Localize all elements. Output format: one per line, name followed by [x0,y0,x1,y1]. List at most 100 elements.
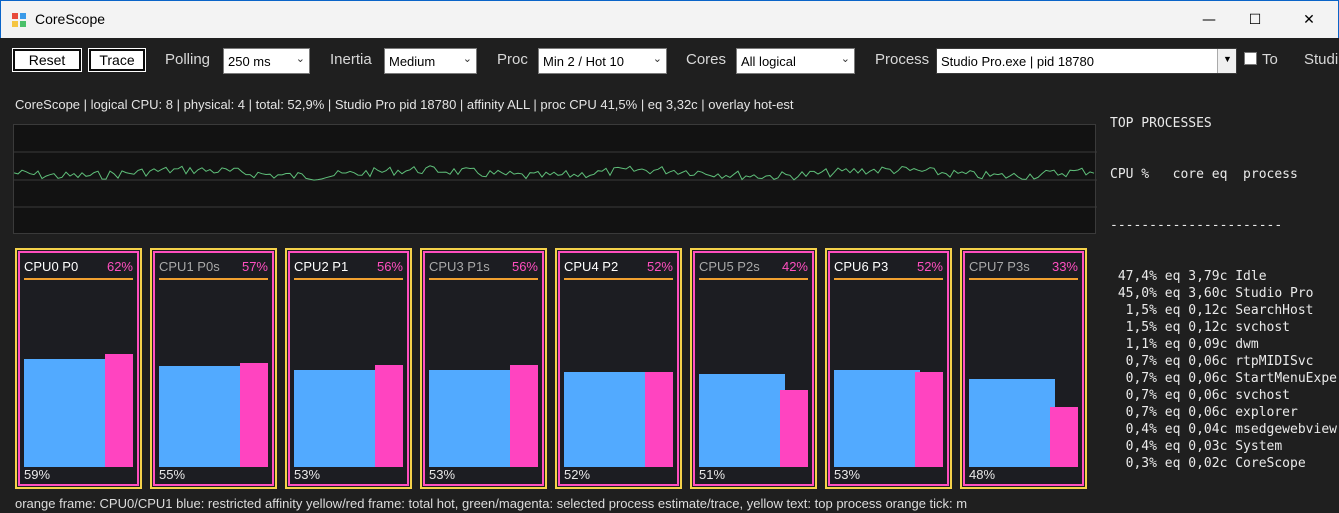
cpu-tile-hot-pct: 62% [106,259,133,274]
cpu-process-bar [780,390,808,467]
top-process-row: 0,7% eq 0,06c rtpMIDISvc [1110,354,1314,369]
top-process-row: 1,5% eq 0,12c SearchHost [1110,303,1314,318]
cpu-tile-hot-pct: 56% [511,259,538,274]
cpu-total-bar [699,374,785,467]
cpu-tile-tick [969,278,1078,280]
to-checkbox[interactable] [1244,52,1257,65]
title-bar: CoreScope — ☐ ✕ [0,0,1339,38]
cpu-process-bar [105,354,133,467]
cpu-total-bar [564,372,650,467]
cpu-tile-frame: CPU6 P3 52% 53% [828,251,949,486]
studio-label: Studi [1304,51,1339,68]
cpu-tile-frame: CPU2 P1 56% 53% [288,251,409,486]
top-processes-title: TOP PROCESSES [1110,116,1212,131]
cpu-tile-plot [159,284,268,467]
cpu-tile-frame: CPU0 P0 62% 59% [18,251,139,486]
cpu-tile-plot [564,284,673,467]
toolbar: Reset Trace Polling 250 ms ⌄ Inertia Med… [0,38,1339,84]
cpu-total-bar [24,359,110,467]
cpu-process-bar [915,372,943,467]
cpu-tile-hot-pct: 52% [916,259,943,274]
top-processes-list: 47,4% eq 3,79c Idle 45,0% eq 3,60c Studi… [1110,268,1339,472]
cpu-total-bar [159,366,245,467]
cpu-tile-name: CPU2 P1 [294,259,349,274]
cpu-tile-name: CPU4 P2 [564,259,619,274]
top-process-row: 0,7% eq 0,06c StartMenuExpe [1110,371,1337,386]
chevron-down-icon: ⌄ [840,53,850,65]
cpu-tile: CPU7 P3s 33% 48% [960,248,1087,489]
cpu-tile-tick [159,278,268,280]
polling-select[interactable]: 250 ms ⌄ [223,48,310,74]
cpu-total-bar [294,370,380,467]
inertia-select[interactable]: Medium ⌄ [384,48,477,74]
cpu-tile-plot [834,284,943,467]
proc-label: Proc [497,51,528,68]
trace-button[interactable]: Trace [88,48,146,72]
cpu-total-bar [969,379,1055,467]
cpu-tile-tick [699,278,808,280]
cpu-tile-total-pct: 51% [699,467,726,482]
cpu-tile: CPU0 P0 62% 59% [15,248,142,489]
cpu-tile-total-pct: 53% [429,467,456,482]
top-process-row: 0,4% eq 0,04c msedgewebview [1110,422,1337,437]
proc-select[interactable]: Min 2 / Hot 10 ⌄ [538,48,667,74]
process-value: Studio Pro.exe | pid 18780 [941,54,1094,69]
cpu-tile-total-pct: 52% [564,467,591,482]
process-label: Process [875,51,930,68]
cpu-tile-name: CPU3 P1s [429,259,490,274]
cpu-tile-tick [564,278,673,280]
cpu-tile-hot-pct: 57% [241,259,268,274]
top-processes-divider: ---------------------- [1110,218,1283,233]
reset-button[interactable]: Reset [12,48,82,72]
cpu-process-bar [1050,407,1078,467]
cpu-tile-tick [429,278,538,280]
cpu-tile-name: CPU5 P2s [699,259,760,274]
window-title: CoreScope [35,11,106,27]
legend-line: orange frame: CPU0/CPU1 blue: restricted… [15,496,968,511]
maximize-button[interactable]: ☐ [1232,1,1278,38]
app-icon [12,13,26,27]
cpu-tile-total-pct: 53% [834,467,861,482]
cores-value: All logical [741,54,796,69]
process-select[interactable]: Studio Pro.exe | pid 18780 ▼ [936,48,1237,74]
top-process-row: 0,7% eq 0,06c svchost [1110,388,1291,403]
minimize-button[interactable]: — [1186,1,1232,38]
status-line: CoreScope | logical CPU: 8 | physical: 4… [15,97,794,112]
cpu-tile-frame: CPU5 P2s 42% 51% [693,251,814,486]
cpu-history-line [14,165,1095,181]
cpu-tile: CPU2 P1 56% 53% [285,248,412,489]
cpu-tile-plot [969,284,1078,467]
cpu-tile-total-pct: 48% [969,467,996,482]
cpu-tile-plot [699,284,808,467]
cpu-process-bar [645,372,673,467]
cpu-tile: CPU5 P2s 42% 51% [690,248,817,489]
cpu-tile: CPU6 P3 52% 53% [825,248,952,489]
inertia-label: Inertia [330,51,372,68]
proc-value: Min 2 / Hot 10 [543,54,624,69]
cpu-process-bar [510,365,538,467]
top-process-row: 47,4% eq 3,79c Idle [1110,269,1267,284]
cpu-tile: CPU1 P0s 57% 55% [150,248,277,489]
cpu-process-bar [240,363,268,467]
polling-value: 250 ms [228,54,271,69]
cpu-tile-frame: CPU1 P0s 57% 55% [153,251,274,486]
top-processes-header: CPU % core eq process [1110,167,1298,182]
close-button[interactable]: ✕ [1286,1,1332,38]
cpu-tile-total-pct: 53% [294,467,321,482]
inertia-value: Medium [389,54,436,69]
cpu-tile: CPU4 P2 52% 52% [555,248,682,489]
top-processes-panel: TOP PROCESSES CPU % core eq process ----… [1110,81,1339,489]
cpu-tile-total-pct: 55% [159,467,186,482]
cpu-tile-frame: CPU4 P2 52% 52% [558,251,679,486]
cores-select[interactable]: All logical ⌄ [736,48,855,74]
cpu-tile-plot [24,284,133,467]
cpu-tile-hot-pct: 33% [1051,259,1078,274]
cpu-tile-name: CPU1 P0s [159,259,220,274]
chevron-down-icon: ⌄ [295,53,305,65]
cpu-tile-name: CPU6 P3 [834,259,889,274]
cpu-tile-frame: CPU3 P1s 56% 53% [423,251,544,486]
top-process-row: 0,7% eq 0,06c explorer [1110,405,1298,420]
cpu-tile-tick [834,278,943,280]
cpu-tile-hot-pct: 56% [376,259,403,274]
chevron-down-icon: ⌄ [652,53,662,65]
